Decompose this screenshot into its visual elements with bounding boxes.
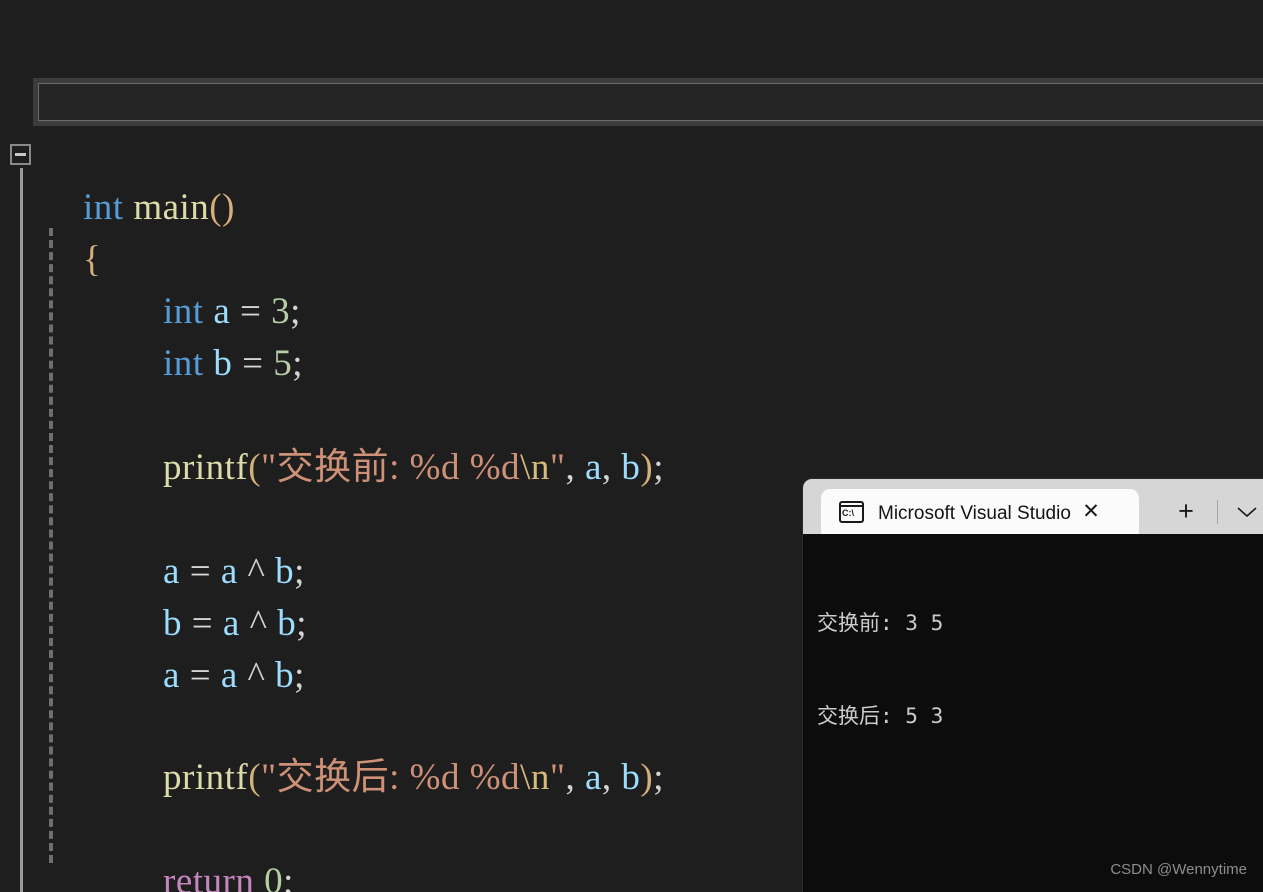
variable-a: a (585, 757, 602, 798)
find-input[interactable] (38, 83, 1263, 121)
number-5: 5 (273, 343, 292, 384)
escape-newline: \n (520, 447, 550, 488)
code-line-open-brace: { (44, 182, 101, 338)
semicolon: ; (283, 861, 294, 892)
number-0: 0 (264, 861, 283, 892)
semicolon: ; (292, 343, 303, 384)
variable-b: b (621, 757, 640, 798)
chevron-down-icon[interactable] (1232, 489, 1262, 534)
semicolon: ; (653, 757, 664, 798)
semicolon: ; (294, 655, 305, 696)
console-line: E:\MYcyuyan_xianyong\wenn38_c\We (817, 887, 1263, 892)
string-quote-close: " (550, 447, 566, 488)
variable-b: b (621, 447, 640, 488)
new-tab-button[interactable]: + (1169, 489, 1203, 534)
empty-parens: () (209, 187, 235, 228)
watermark: CSDN @Wennytime (1110, 861, 1247, 878)
fold-collapse-icon[interactable] (10, 144, 31, 165)
find-box[interactable] (33, 78, 1263, 126)
assign-operator: = (242, 343, 263, 384)
string-literal-after: "交换后: %d %d (261, 757, 520, 798)
close-icon[interactable]: ✕ (1074, 495, 1108, 529)
console-output: 交换前: 3 5 交换后: 5 3 E:\MYcyuyan_xianyong\w… (803, 534, 1263, 892)
variable-b: b (275, 655, 294, 696)
variable-a: a (585, 447, 602, 488)
code-line-close-brace: } (44, 856, 101, 892)
keyword-int: int (163, 343, 204, 384)
function-printf: printf (163, 757, 248, 798)
console-window[interactable]: Microsoft Visual Studio 调试控 ✕ + 交换前: 3 5… (803, 479, 1263, 892)
console-line-blank (817, 794, 1263, 825)
variable-b: b (213, 343, 232, 384)
function-printf: printf (163, 447, 248, 488)
code-line-return: return 0; (124, 804, 294, 892)
console-titlebar[interactable]: Microsoft Visual Studio 调试控 ✕ + (803, 479, 1263, 534)
string-quote-close: " (550, 757, 566, 798)
console-line: 交换后: 5 3 (817, 701, 1263, 732)
semicolon: ; (653, 447, 664, 488)
xor-operator: ^ (248, 655, 266, 696)
terminal-icon (839, 501, 864, 523)
keyword-return: return (163, 861, 254, 892)
editor-fold-gutter (0, 0, 36, 892)
brace-open: { (83, 239, 101, 280)
escape-newline: \n (520, 757, 550, 798)
console-tab-active[interactable]: Microsoft Visual Studio 调试控 ✕ (821, 489, 1139, 534)
console-tab-title: Microsoft Visual Studio 调试控 (878, 498, 1074, 525)
string-literal-before: "交换前: %d %d (261, 447, 520, 488)
toolbar-divider (1217, 500, 1218, 524)
console-line: 交换前: 3 5 (817, 608, 1263, 639)
variable-a: a (221, 655, 238, 696)
assign-operator: = (190, 655, 211, 696)
variable-a: a (163, 655, 180, 696)
function-main: main (133, 187, 209, 228)
code-region-line (20, 168, 23, 892)
